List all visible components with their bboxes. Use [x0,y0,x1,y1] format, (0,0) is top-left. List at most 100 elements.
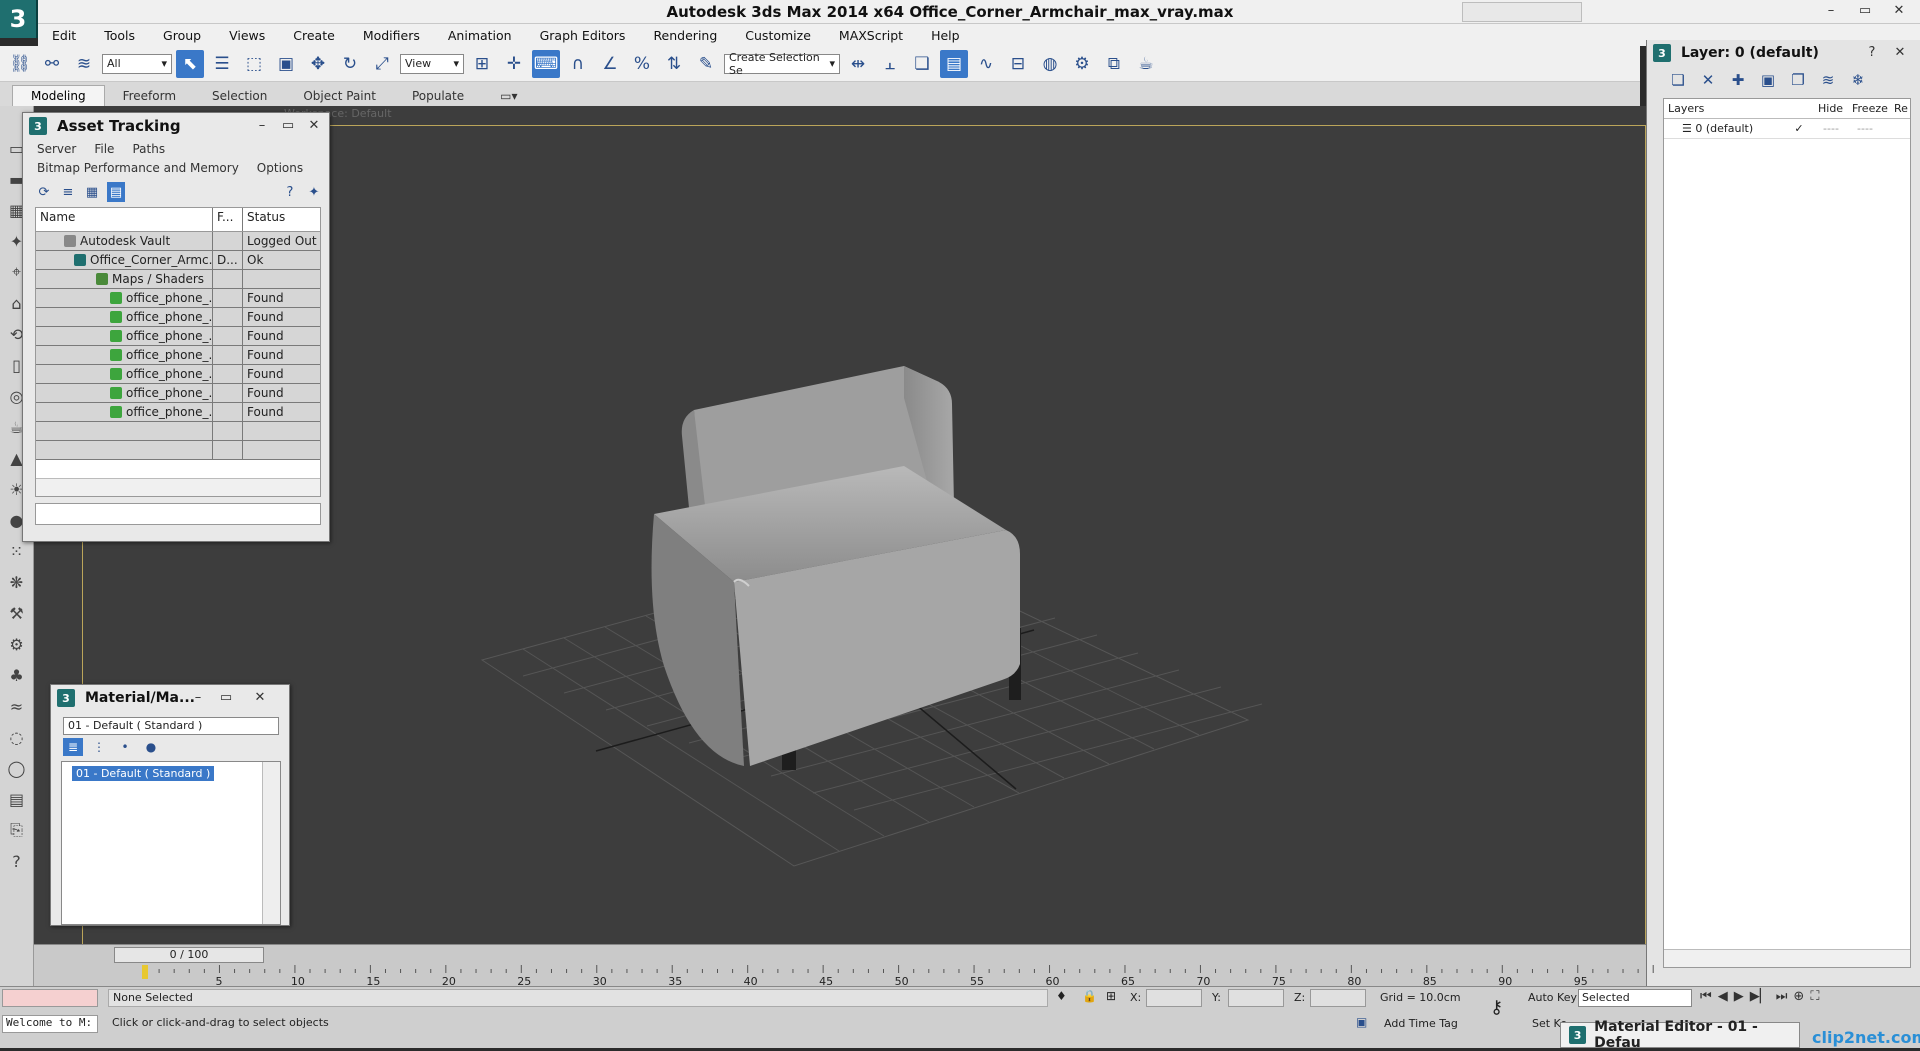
maxscript-listener-input[interactable] [2,989,98,1007]
create-layer-icon[interactable]: ❏ [1667,69,1689,91]
goto-end-icon[interactable]: ⏭ [1776,989,1788,1004]
edit-named-selection-icon[interactable]: ✎ [692,50,720,78]
table-row[interactable]: Autodesk Vault Logged Out .. [36,232,320,251]
search-input[interactable] [1462,2,1582,22]
close-icon[interactable]: ✕ [301,116,327,136]
select-objects-icon[interactable]: ▣ [1757,69,1779,91]
menu-bitmap-performance[interactable]: Bitmap Performance and Memory [37,161,239,175]
menu-customize[interactable]: Customize [731,28,825,43]
table-row[interactable]: Office_Corner_Armc... D... Ok [36,251,320,270]
table-row[interactable]: office_phone_... Found [36,346,320,365]
reference-coord-select[interactable]: View ▾ [400,53,464,74]
key-icon[interactable]: ⚷ [1490,997,1503,1018]
menu-create[interactable]: Create [279,28,349,43]
tab-modeling[interactable]: Modeling [12,85,105,106]
help-icon[interactable]: ? [4,849,30,873]
mirror-icon[interactable]: ⇹ [844,50,872,78]
align-icon[interactable]: ⫠ [876,50,904,78]
move-icon[interactable]: ✥ [304,50,332,78]
column-name[interactable]: Name [36,208,213,231]
calculator-icon[interactable]: ▤ [4,787,30,811]
rotate-icon[interactable]: ↻ [336,50,364,78]
layer-manager-icon[interactable]: ❏ [908,50,936,78]
column-layers[interactable]: Layers [1664,102,1814,115]
compound-icon[interactable]: ❋ [4,570,30,594]
ribbon-options-icon[interactable]: ▭▾ [482,86,535,106]
material-panel-titlebar[interactable]: 3 Material/Ma... – ▭ ✕ [51,685,289,711]
table-row[interactable]: office_phone_... Found [36,403,320,422]
menu-tools[interactable]: Tools [90,28,149,43]
particles-icon[interactable]: ⁙ [4,539,30,563]
list-view-icon[interactable]: ≣ [63,738,83,756]
close-icon[interactable]: ✕ [1882,1,1916,21]
freeze-all-icon[interactable]: ❄ [1847,69,1869,91]
menu-server[interactable]: Server [37,142,76,156]
maximize-icon[interactable]: ▭ [275,116,301,136]
isolate-icon[interactable]: ♦ [1056,989,1067,1003]
column-freeze[interactable]: Freeze [1848,102,1890,115]
column-full-path[interactable]: F... [213,208,243,231]
layer-render-toggle[interactable]: ---- [1848,122,1882,135]
vertical-scrollbar[interactable] [262,762,280,924]
time-tag-icon[interactable]: ▣ [1356,1015,1367,1029]
rect-selection-icon[interactable]: ⬚ [240,50,268,78]
dot-icon[interactable]: • [115,738,135,756]
close-icon[interactable]: ✕ [247,688,273,708]
menu-rendering[interactable]: Rendering [639,28,731,43]
add-time-tag[interactable]: Add Time Tag [1384,1017,1458,1030]
table-row[interactable]: Maps / Shaders [36,270,320,289]
layer-panel-titlebar[interactable]: 3 Layer: 0 (default) ? ✕ [1647,40,1920,66]
zoom-extents-icon[interactable]: ⛶ [1810,989,1819,1004]
app-logo-icon[interactable]: 3 [0,0,38,38]
time-slider[interactable]: 0 / 100 [114,947,264,963]
globe-icon[interactable]: ◯ [4,756,30,780]
tab-object-paint[interactable]: Object Paint [285,86,394,106]
tab-selection[interactable]: Selection [194,86,285,106]
help-icon[interactable]: ? [281,182,299,202]
table-row[interactable]: office_phone_... Found [36,365,320,384]
highlight-layer-icon[interactable]: ❐ [1787,69,1809,91]
close-icon[interactable]: ✕ [1887,43,1913,63]
table-row[interactable]: office_phone_... Found [36,308,320,327]
keyboard-shortcut-override-icon[interactable]: ⌨ [532,49,560,78]
maximize-icon[interactable]: ▭ [213,688,239,708]
menu-views[interactable]: Views [215,28,279,43]
y-coordinate-field[interactable] [1228,989,1284,1007]
select-object-icon[interactable]: ⬉ [176,49,204,78]
menu-edit[interactable]: Edit [38,28,90,43]
menu-paths[interactable]: Paths [132,142,165,156]
absolute-mode-icon[interactable]: ⊞ [1106,989,1116,1003]
sphere-icon[interactable]: ● [141,738,161,756]
rendered-frame-icon[interactable]: ⧉ [1100,50,1128,78]
material-editor-icon[interactable]: ◍ [1036,50,1064,78]
time-ruler[interactable]: 5 10 15 20 25 30 35 40 45 50 55 60 65 70 75 80 85 90 95 [134,965,1674,987]
thumbnail-view-icon[interactable]: ▦ [83,182,101,202]
window-crossing-icon[interactable]: ▣ [272,50,300,78]
list-view-icon[interactable]: ≡ [59,182,77,202]
minimize-icon[interactable]: – [1814,1,1848,21]
auto-key-button[interactable]: Auto Key [1528,991,1577,1004]
selection-filter-select[interactable]: All ▾ [102,53,172,74]
play-icon[interactable]: ▶ [1734,989,1744,1004]
foliage-icon[interactable]: ♣ [4,663,30,687]
select-by-name-icon[interactable]: ☰ [208,50,236,78]
utility-icon[interactable]: ⎘ [4,818,30,842]
bone-icon[interactable]: ⚒ [4,601,30,625]
x-coordinate-field[interactable] [1146,989,1202,1007]
shell-icon[interactable]: ◌ [4,725,30,749]
bind-spacewarp-icon[interactable]: ≋ [70,50,98,78]
menu-animation[interactable]: Animation [434,28,526,43]
angle-snap-icon[interactable]: ∠ [596,50,624,78]
named-selection-select[interactable]: Create Selection Se ▾ [724,51,840,77]
minimize-icon[interactable]: – [185,688,211,708]
menu-options[interactable]: Options [257,161,303,175]
list-item[interactable]: ☰ 0 (default) ✓ ---- ---- [1664,119,1910,139]
help-icon[interactable]: ? [1859,43,1885,63]
minimize-icon[interactable]: – [249,116,275,136]
refresh-icon[interactable]: ⟳ [35,182,53,202]
tab-populate[interactable]: Populate [394,86,482,106]
delete-icon[interactable]: ✕ [1697,69,1719,91]
unlink-icon[interactable]: ⚯ [38,50,66,78]
highlight-icon[interactable]: ✦ [305,182,323,202]
table-row[interactable]: office_phone_... Found [36,384,320,403]
